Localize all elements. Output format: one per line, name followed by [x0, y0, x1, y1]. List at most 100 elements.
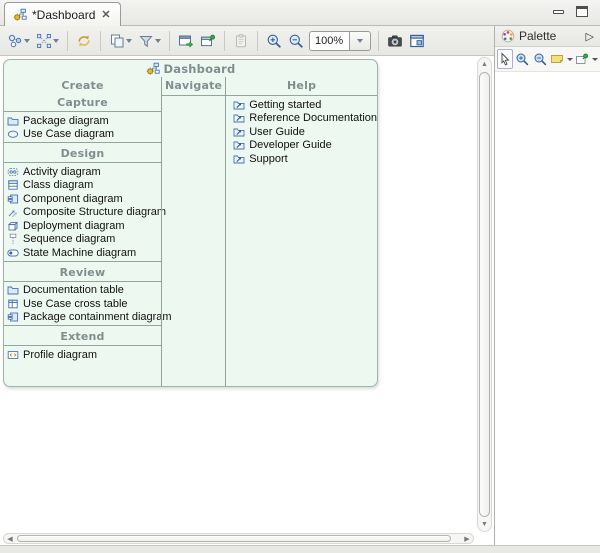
- create-item-class-diagram[interactable]: Class diagram: [4, 179, 161, 193]
- copy-appearance-button[interactable]: [106, 29, 128, 53]
- export-as-image-button[interactable]: [175, 29, 197, 53]
- related-elements-icon: [36, 33, 52, 49]
- switch-representation-button[interactable]: [73, 29, 95, 53]
- help-item-reference-documentation[interactable]: Reference Documentation: [230, 112, 377, 126]
- tab-title: *Dashboard: [32, 8, 95, 22]
- dashboard-title-text: Dashboard: [164, 62, 236, 76]
- package-containment-diagram-icon: [7, 311, 19, 323]
- zoom-out-icon: [533, 52, 547, 66]
- attach-image-button[interactable]: [197, 29, 219, 53]
- column-navigate: Navigate: [161, 77, 225, 386]
- diagram-canvas[interactable]: Dashboard Create Capture Package diagram: [0, 56, 494, 545]
- select-tool[interactable]: [497, 49, 513, 69]
- note-tool[interactable]: [549, 49, 565, 69]
- sequence-diagram-icon: [7, 233, 19, 245]
- toolbar-separator: [67, 31, 68, 51]
- create-item-activity-diagram[interactable]: Activity diagram: [4, 165, 161, 179]
- create-item-deployment-diagram[interactable]: Deployment diagram: [4, 219, 161, 233]
- zoom-in-button[interactable]: [263, 29, 285, 53]
- help-link-icon: [233, 139, 245, 151]
- diagram-toolbar: 100%: [0, 26, 494, 56]
- create-item-component-diagram[interactable]: Component diagram: [4, 192, 161, 206]
- tab-dashboard[interactable]: *Dashboard ✕: [4, 2, 121, 26]
- help-item-support[interactable]: Support: [230, 152, 377, 166]
- zoom-out-button[interactable]: [285, 29, 307, 53]
- section-divider: [4, 261, 161, 262]
- create-item-package-diagram[interactable]: Package diagram: [4, 114, 161, 128]
- zoom-out-icon: [288, 33, 304, 49]
- activity-diagram-icon: [7, 166, 19, 178]
- paste-icon: [233, 33, 249, 49]
- palette-zoom-out-tool[interactable]: [532, 49, 548, 69]
- dashboard-model-icon: [146, 62, 160, 76]
- palette-zoom-in-tool[interactable]: [514, 49, 530, 69]
- related-elements-menu-icon[interactable]: [53, 39, 59, 43]
- zoom-level-select[interactable]: 100%: [309, 31, 371, 51]
- zoom-in-icon: [266, 33, 282, 49]
- section-header-capture: Capture: [4, 95, 161, 111]
- scroll-left-icon[interactable]: ◀: [4, 534, 16, 543]
- help-link-icon: [233, 112, 245, 124]
- create-item-composite-structure-diagram[interactable]: Composite Structure diagram: [4, 206, 161, 220]
- create-item-use-case-cross-table[interactable]: Use Case cross table: [4, 297, 161, 311]
- component-diagram-icon: [7, 193, 19, 205]
- note-icon: [550, 52, 564, 66]
- filter-button[interactable]: [135, 29, 157, 53]
- image-tool[interactable]: [574, 49, 590, 69]
- section-header-design: Design: [4, 146, 161, 162]
- scroll-right-icon[interactable]: ▶: [461, 534, 473, 543]
- help-item-developer-guide[interactable]: Developer Guide: [230, 139, 377, 153]
- vertical-scrollbar[interactable]: ▲ ▼: [477, 57, 492, 532]
- maximize-view-icon[interactable]: [576, 6, 588, 17]
- export-as-image-icon: [178, 33, 194, 49]
- image-tool-menu-icon[interactable]: [592, 58, 598, 61]
- create-item-package-containment-diagram[interactable]: Package containment diagram: [4, 311, 161, 325]
- help-item-getting-started[interactable]: Getting started: [230, 98, 377, 112]
- dashboard-model-icon: [13, 8, 27, 22]
- class-diagram-icon: [7, 179, 19, 191]
- create-item-documentation-table[interactable]: Documentation table: [4, 284, 161, 298]
- scroll-down-icon[interactable]: ▼: [478, 518, 491, 531]
- attach-image-icon: [575, 52, 589, 66]
- horizontal-scrollbar-thumb[interactable]: [17, 535, 451, 542]
- copy-appearance-menu-icon[interactable]: [126, 39, 132, 43]
- dashboard-panel: Dashboard Create Capture Package diagram: [3, 59, 378, 387]
- paste-button: [230, 29, 252, 53]
- zoom-in-icon: [515, 52, 529, 66]
- new-diagram-menu-icon[interactable]: [24, 39, 30, 43]
- dashboard-panel-title: Dashboard: [4, 60, 377, 77]
- column-help: Help Getting started: [225, 77, 377, 386]
- section-header-review: Review: [4, 265, 161, 281]
- scroll-up-icon[interactable]: ▲: [478, 58, 491, 71]
- deployment-diagram-icon: [7, 220, 19, 232]
- new-diagram-button[interactable]: [4, 29, 26, 53]
- help-item-user-guide[interactable]: User Guide: [230, 125, 377, 139]
- tab-close-icon[interactable]: ✕: [100, 8, 111, 21]
- copy-appearance-icon: [109, 33, 125, 49]
- zoom-level-value[interactable]: 100%: [309, 31, 349, 51]
- cursor-icon: [498, 52, 512, 66]
- state-machine-diagram-icon: [7, 247, 19, 259]
- create-item-sequence-diagram[interactable]: Sequence diagram: [4, 233, 161, 247]
- palette-header[interactable]: Palette ▷: [495, 26, 600, 47]
- create-item-state-machine-diagram[interactable]: State Machine diagram: [4, 246, 161, 260]
- create-item-use-case-diagram[interactable]: Use Case diagram: [4, 128, 161, 142]
- related-elements-button[interactable]: [33, 29, 55, 53]
- filter-menu-icon[interactable]: [155, 39, 161, 43]
- help-link-icon: [233, 126, 245, 138]
- palette-collapse-icon[interactable]: ▷: [586, 30, 594, 43]
- vertical-scrollbar-thumb[interactable]: [479, 72, 490, 517]
- note-tool-menu-icon[interactable]: [567, 58, 573, 61]
- composite-structure-diagram-icon: [7, 206, 19, 218]
- create-item-profile-diagram[interactable]: Profile diagram: [4, 348, 161, 362]
- editor-tab-bar: *Dashboard ✕: [0, 0, 600, 26]
- use-case-cross-table-icon: [7, 298, 19, 310]
- horizontal-scrollbar[interactable]: ◀ ▶: [3, 533, 474, 544]
- zoom-level-dropdown-button[interactable]: [349, 31, 371, 51]
- section-divider: [4, 325, 161, 326]
- overview-button[interactable]: [406, 29, 428, 53]
- snapshot-button[interactable]: [384, 29, 406, 53]
- overview-icon: [409, 33, 425, 49]
- minimize-view-icon[interactable]: [553, 10, 564, 14]
- column-header-create: Create: [4, 77, 161, 95]
